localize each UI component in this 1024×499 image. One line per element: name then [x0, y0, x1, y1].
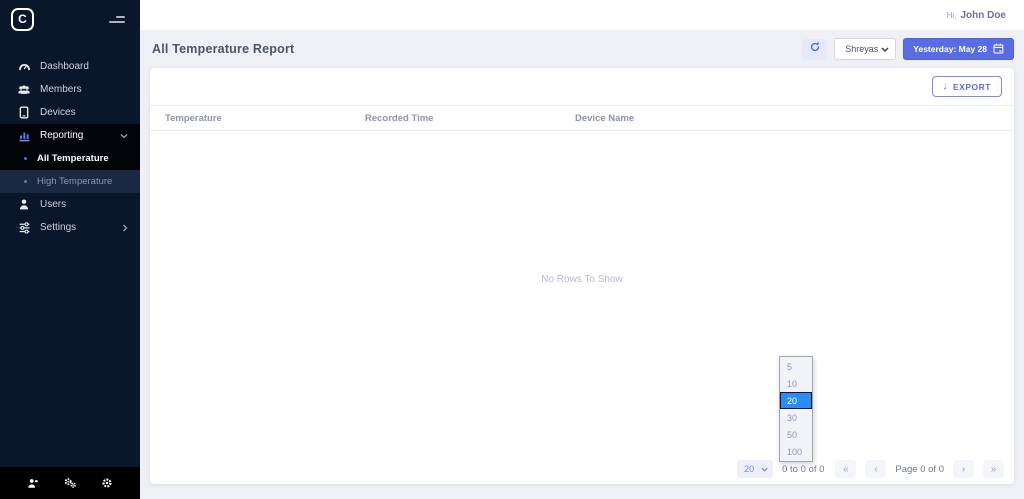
- sidebar-item-dashboard[interactable]: Dashboard: [0, 55, 140, 78]
- export-button[interactable]: ↓ EXPORT: [932, 76, 1002, 97]
- user-edit-icon[interactable]: [27, 478, 39, 489]
- cogs-icon[interactable]: [63, 477, 77, 489]
- sliders-icon: [17, 221, 31, 234]
- calendar-icon: [993, 43, 1004, 56]
- greeting-text: Hi,: [947, 11, 957, 20]
- member-select[interactable]: Shreyas: [834, 38, 896, 60]
- report-card: ↓ EXPORT Temperature Recorded Time Devic…: [150, 68, 1014, 484]
- chevron-down-icon: [120, 133, 128, 139]
- page-size-option-10[interactable]: 10: [780, 375, 812, 392]
- chevron-down-icon: [881, 44, 889, 54]
- date-filter-button[interactable]: Yesterday: May 28: [903, 38, 1014, 60]
- bullet-icon: [24, 157, 27, 160]
- sidebar-item-users[interactable]: Users: [0, 193, 140, 216]
- header-controls: Shreyas Yesterday: May 28: [802, 38, 1014, 60]
- sidebar-item-label: Members: [40, 84, 82, 95]
- members-icon: [17, 83, 31, 96]
- page-size-value: 20: [744, 464, 754, 474]
- last-page-button[interactable]: »: [983, 460, 1004, 478]
- app-logo[interactable]: C: [11, 8, 34, 31]
- pagination-bar: 20 0 to 0 of 0 « ‹ Page 0 of 0 › »: [737, 460, 1004, 478]
- sidebar-item-label: Devices: [40, 107, 76, 118]
- row-range-label: 0 to 0 of 0: [782, 464, 824, 475]
- date-filter-label: Yesterday: May 28: [913, 44, 987, 54]
- sidebar-subitem-all-temperature[interactable]: All Temperature: [0, 147, 140, 170]
- user-name[interactable]: John Doe: [960, 10, 1006, 21]
- sidebar-item-label: Settings: [40, 222, 76, 233]
- column-header-device-name[interactable]: Device Name: [575, 113, 1014, 124]
- page-size-option-50[interactable]: 50: [780, 426, 812, 443]
- page-label: Page 0 of 0: [895, 464, 944, 475]
- sidebar-subitem-high-temperature[interactable]: High Temperature: [0, 170, 140, 193]
- prev-page-button[interactable]: ‹: [865, 460, 886, 478]
- app-window: C Dashboard Members: [0, 0, 1024, 499]
- sidebar-item-devices[interactable]: Devices: [0, 101, 140, 124]
- empty-state-message: No Rows To Show: [150, 274, 1014, 285]
- sidebar-item-label: Users: [40, 199, 66, 210]
- bullet-icon: [24, 180, 27, 183]
- table-header-row: Temperature Recorded Time Device Name: [150, 105, 1014, 131]
- devices-icon: [17, 106, 31, 119]
- sidebar-item-members[interactable]: Members: [0, 78, 140, 101]
- sidebar-subitem-label: All Temperature: [37, 153, 109, 164]
- column-header-temperature[interactable]: Temperature: [165, 113, 365, 124]
- sidebar-item-label: Dashboard: [40, 61, 89, 72]
- column-header-recorded-time[interactable]: Recorded Time: [365, 113, 575, 124]
- sidebar-item-reporting[interactable]: Reporting: [0, 124, 140, 147]
- sidebar-item-settings[interactable]: Settings: [0, 216, 140, 239]
- dashboard-icon: [17, 60, 31, 73]
- chevron-right-icon: [122, 224, 128, 232]
- sidebar-footer: [0, 467, 140, 499]
- gear-icon[interactable]: [101, 477, 113, 489]
- user-icon: [17, 198, 31, 211]
- sidebar-toggle-icon[interactable]: [109, 16, 125, 23]
- page-size-option-5[interactable]: 5: [780, 358, 812, 375]
- next-page-button[interactable]: ›: [953, 460, 974, 478]
- download-arrow-icon: ↓: [943, 81, 949, 92]
- first-page-button[interactable]: «: [835, 460, 856, 478]
- page-size-option-30[interactable]: 30: [780, 409, 812, 426]
- export-label: EXPORT: [953, 82, 991, 92]
- reporting-icon: [17, 129, 31, 142]
- refresh-button[interactable]: [802, 39, 827, 60]
- sidebar-header: C: [0, 0, 140, 38]
- chevron-down-icon: [761, 464, 768, 474]
- sidebar-subitem-label: High Temperature: [37, 176, 112, 187]
- sidebar-nav: Dashboard Members Devices Reporting: [0, 55, 140, 239]
- page-title: All Temperature Report: [152, 42, 294, 56]
- page-header: All Temperature Report Shreyas Yesterday…: [140, 30, 1024, 68]
- refresh-icon: [809, 40, 821, 58]
- page-size-select[interactable]: 20: [737, 460, 773, 478]
- sidebar: C Dashboard Members: [0, 0, 140, 499]
- page-size-option-20[interactable]: 20: [780, 392, 812, 409]
- main-area: Hi, John Doe All Temperature Report Shre…: [140, 0, 1024, 499]
- page-size-dropdown: 5 10 20 30 50 100: [779, 356, 813, 462]
- sidebar-item-label: Reporting: [40, 130, 83, 141]
- topbar: Hi, John Doe: [140, 0, 1024, 30]
- page-size-option-100[interactable]: 100: [780, 443, 812, 460]
- member-select-value: Shreyas: [845, 44, 878, 54]
